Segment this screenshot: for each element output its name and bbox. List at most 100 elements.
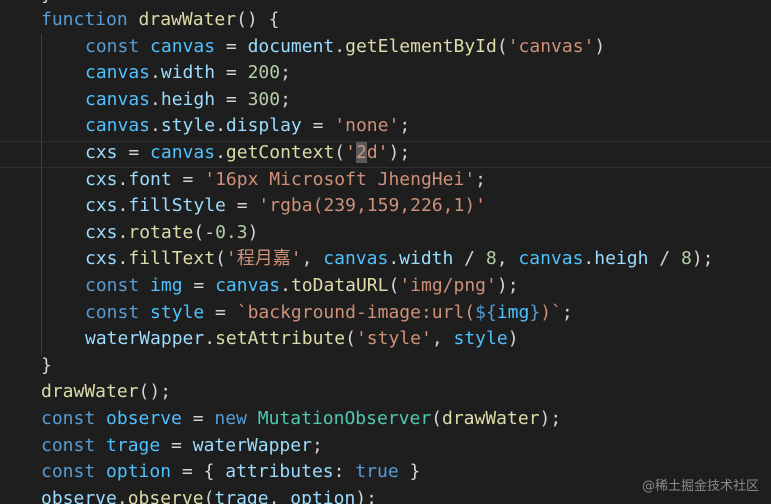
code-token: 'rgba(239,159,226,1)' (258, 195, 486, 217)
code-token: = (301, 115, 335, 137)
code-token: function (41, 9, 128, 30)
code-token: d' (366, 142, 389, 163)
code-token: ) (594, 35, 606, 57)
code-token: drawWater (41, 381, 139, 403)
code-token: } (529, 301, 541, 323)
code-token: = (117, 142, 151, 163)
code-line[interactable]: cxs.font = '16px Microsoft JhengHei'; (85, 167, 486, 194)
code-token: (- (193, 221, 216, 243)
code-token: . (388, 248, 400, 270)
code-token: )` (540, 301, 562, 323)
code-token: 0.3 (215, 221, 248, 243)
code-token: style (160, 115, 216, 137)
code-token: } (398, 461, 421, 483)
code-token: canvas (85, 88, 151, 110)
code-token: . (117, 168, 129, 190)
code-line[interactable]: const img = canvas.toDataURL('img/png'); (85, 273, 519, 300)
indent-guide (41, 34, 42, 356)
code-token: observe (106, 408, 182, 429)
code-line[interactable]: canvas.heigh = 300; (85, 87, 291, 114)
code-token: 8 (485, 248, 497, 270)
code-token: heigh (160, 88, 216, 110)
code-token: const (85, 35, 140, 57)
code-token: 8 (680, 248, 692, 270)
code-token: : (333, 461, 356, 483)
code-token: getElementById (345, 35, 497, 57)
code-token: setAttribute (215, 328, 346, 350)
code-token: = (181, 408, 215, 429)
code-token: ( (431, 408, 442, 429)
code-token: . (150, 62, 161, 84)
code-token: '程月嘉' (225, 248, 302, 270)
code-token: / (648, 248, 681, 270)
code-token: const (85, 301, 140, 323)
code-token: waterWapper (192, 434, 312, 456)
code-token: option (290, 487, 356, 504)
code-line[interactable]: canvas.width = 200; (85, 60, 291, 87)
code-line[interactable]: cxs.rotate(-0.3) (85, 220, 258, 247)
code-line[interactable]: waterWapper.setAttribute('style', style) (85, 326, 519, 353)
code-line[interactable]: cxs.fillStyle = 'rgba(239,159,226,1)' (85, 193, 486, 220)
code-token: = (215, 88, 248, 110)
code-line[interactable]: cxs.fillText('程月嘉', canvas.width / 8, ca… (85, 246, 714, 273)
code-token: . (280, 275, 291, 296)
code-token: ; (561, 301, 573, 323)
code-line[interactable]: canvas.style.display = 'none'; (85, 113, 410, 140)
code-token: . (215, 115, 226, 137)
code-token: / (453, 248, 486, 270)
code-token: display (225, 115, 302, 137)
code-token: cxs (85, 168, 118, 190)
code-token: 300 (247, 88, 281, 110)
code-token: canvas (215, 275, 281, 296)
code-token: ); (496, 275, 519, 296)
code-line[interactable]: const trage = waterWapper; (41, 433, 323, 460)
code-token: new (214, 408, 247, 429)
code-token: ); (539, 408, 562, 429)
code-token: option (106, 461, 172, 483)
watermark: @稀土掘金技术社区 (641, 479, 759, 494)
code-token: ; (280, 88, 291, 110)
code-line[interactable]: observe.observe(trage, option); (41, 486, 377, 504)
cursor-selection: 2 (355, 142, 367, 163)
code-token: canvas (150, 35, 216, 57)
code-token: true (355, 461, 399, 483)
code-token: . (117, 248, 129, 270)
code-token: ) (247, 221, 259, 243)
code-token: ( (345, 328, 356, 350)
code-token: fillStyle (128, 195, 226, 217)
code-line[interactable]: const style = `background-image:url(${im… (85, 300, 573, 327)
code-token: img (496, 301, 530, 323)
code-token: , (496, 248, 519, 270)
code-token: document (247, 35, 335, 57)
code-token: , (268, 487, 291, 504)
code-line[interactable]: const option = { attributes: true } (41, 459, 420, 486)
code-token: 'style' (355, 328, 432, 350)
code-editor[interactable]: } function drawWater() {const canvas = d… (0, 0, 771, 504)
code-token: width (160, 62, 216, 84)
code-token: . (583, 248, 595, 270)
code-token: 'img/png' (399, 275, 497, 296)
code-token: 200 (247, 62, 281, 84)
code-token: observe (41, 487, 117, 504)
code-line[interactable]: } (41, 353, 52, 380)
code-token: canvas (518, 248, 584, 270)
code-line[interactable]: cxs = canvas.getContext('2d'); (85, 140, 410, 167)
code-token: MutationObserver (257, 408, 432, 429)
code-token: ; (399, 115, 411, 137)
code-line[interactable]: const observe = new MutationObserver(dra… (41, 406, 561, 433)
code-token: canvas (85, 115, 151, 137)
code-line[interactable]: const canvas = document.getElementById('… (85, 34, 605, 61)
code-token: cxs (85, 142, 118, 163)
code-token: canvas (150, 142, 216, 163)
code-token: fillText (128, 248, 216, 270)
code-token: trage (214, 487, 269, 504)
code-token: ( (203, 487, 215, 504)
code-line[interactable]: drawWater(); (41, 379, 171, 406)
code-token: const (41, 434, 96, 456)
code-line[interactable]: function drawWater() { (41, 7, 279, 34)
